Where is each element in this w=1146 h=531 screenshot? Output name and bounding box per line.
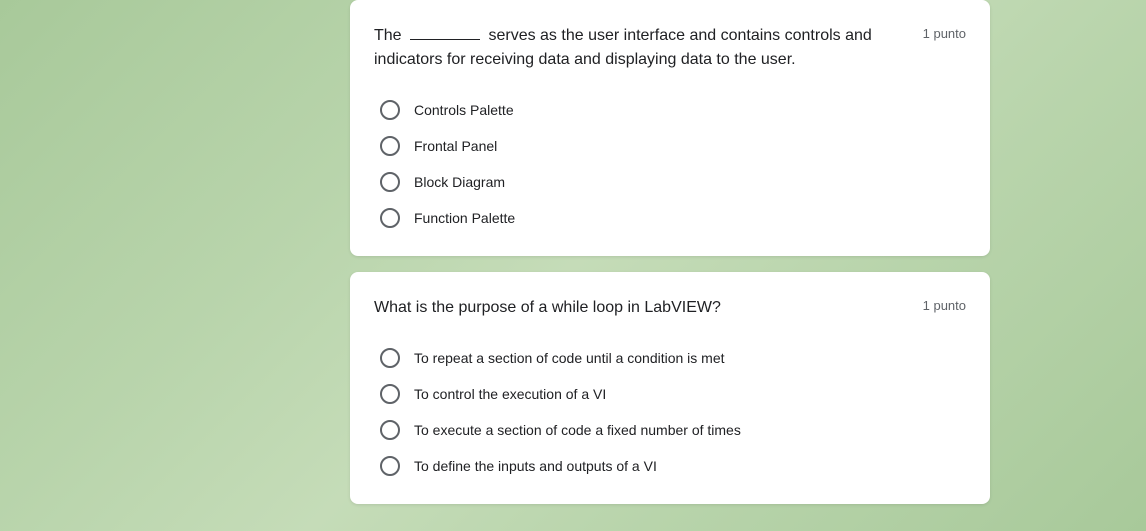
- option-controls-palette[interactable]: Controls Palette: [380, 92, 966, 128]
- prompt-text-before: What is the purpose of a while loop in L…: [374, 299, 721, 316]
- question-prompt: What is the purpose of a while loop in L…: [374, 296, 923, 320]
- option-function-palette[interactable]: Function Palette: [380, 200, 966, 236]
- option-define-io[interactable]: To define the inputs and outputs of a VI: [380, 448, 966, 484]
- option-repeat-until-condition[interactable]: To repeat a section of code until a cond…: [380, 340, 966, 376]
- question-prompt: The serves as the user interface and con…: [374, 24, 923, 72]
- option-execute-fixed-times[interactable]: To execute a section of code a fixed num…: [380, 412, 966, 448]
- option-frontal-panel[interactable]: Frontal Panel: [380, 128, 966, 164]
- radio-icon: [380, 172, 400, 192]
- option-label: To execute a section of code a fixed num…: [414, 422, 741, 438]
- option-label: Controls Palette: [414, 102, 514, 118]
- radio-icon: [380, 420, 400, 440]
- radio-icon: [380, 384, 400, 404]
- option-label: Function Palette: [414, 210, 515, 226]
- radio-icon: [380, 100, 400, 120]
- points-label: 1 punto: [923, 296, 966, 313]
- form-container: The serves as the user interface and con…: [350, 0, 990, 504]
- radio-icon: [380, 456, 400, 476]
- prompt-text-before: The: [374, 27, 406, 44]
- option-label: Block Diagram: [414, 174, 505, 190]
- radio-icon: [380, 348, 400, 368]
- option-label: To repeat a section of code until a cond…: [414, 350, 725, 366]
- fill-blank: [410, 39, 480, 40]
- question-header: The serves as the user interface and con…: [374, 24, 966, 72]
- option-label: To control the execution of a VI: [414, 386, 606, 402]
- option-control-execution[interactable]: To control the execution of a VI: [380, 376, 966, 412]
- prompt-text-after: serves as the user interface and contain…: [374, 27, 872, 68]
- question-card-2: What is the purpose of a while loop in L…: [350, 272, 990, 504]
- question-header: What is the purpose of a while loop in L…: [374, 296, 966, 320]
- option-label: To define the inputs and outputs of a VI: [414, 458, 657, 474]
- option-label: Frontal Panel: [414, 138, 497, 154]
- radio-icon: [380, 136, 400, 156]
- radio-icon: [380, 208, 400, 228]
- question-card-1: The serves as the user interface and con…: [350, 0, 990, 256]
- options-list: Controls Palette Frontal Panel Block Dia…: [374, 92, 966, 236]
- points-label: 1 punto: [923, 24, 966, 41]
- option-block-diagram[interactable]: Block Diagram: [380, 164, 966, 200]
- options-list: To repeat a section of code until a cond…: [374, 340, 966, 484]
